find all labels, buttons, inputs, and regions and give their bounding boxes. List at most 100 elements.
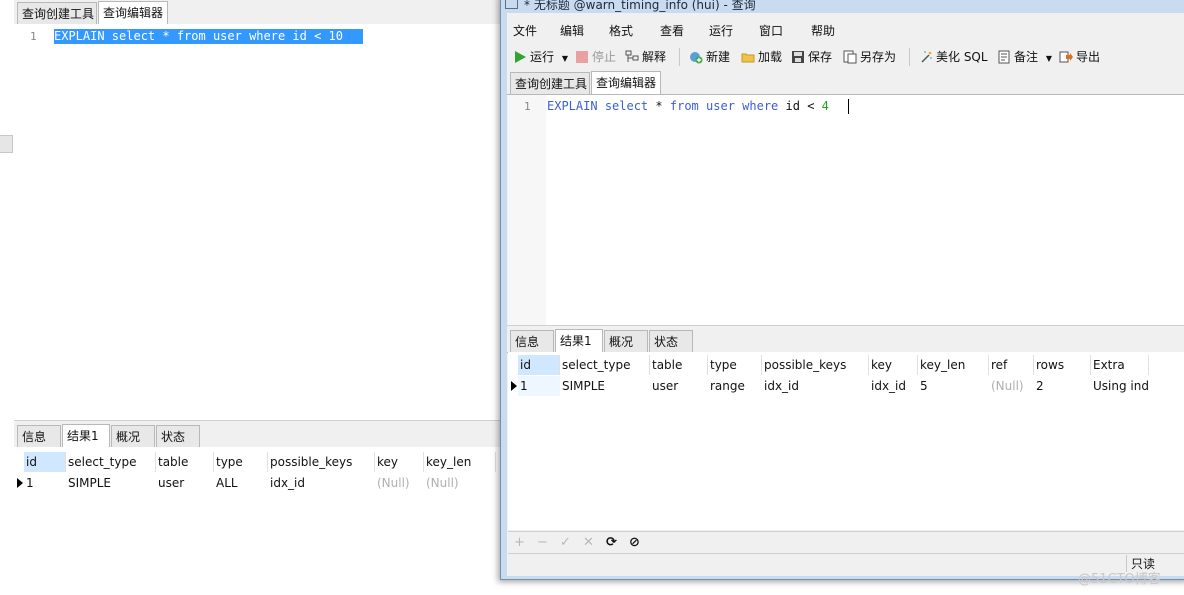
left-cell-key[interactable]: (Null) [375,473,424,493]
left-cell-select-type[interactable]: SIMPLE [66,473,156,493]
menu-view[interactable]: 查看 [660,22,684,39]
right-col-header-id[interactable]: id [518,355,560,375]
beautify-sql-button[interactable]: 美化 SQL [919,48,988,66]
right-cell-type[interactable]: range [708,376,762,396]
left-col-header-table[interactable]: table [156,452,214,472]
left-sql-editor[interactable] [14,24,500,420]
left-result-tabbar: 信息 结果1 概况 状态 [14,420,500,448]
menu-edit[interactable]: 编辑 [560,22,584,39]
sql-keyword: where [742,99,779,113]
right-col-header-type[interactable]: type [708,355,762,375]
right-col-header-possible-keys[interactable]: possible_keys [762,355,869,375]
notes-button[interactable]: 备注 ▼ [997,48,1052,66]
right-cell-possible-keys[interactable]: idx_id [762,376,869,396]
left-editor-tabbar: 查询创建工具 查询编辑器 [14,0,500,25]
left-result-grid[interactable]: id select_type table type possible_keys … [14,447,500,595]
right-tab-info[interactable]: 信息 [510,330,554,352]
right-tab-query-builder[interactable]: 查询创建工具 [510,72,590,94]
export-button[interactable]: 导出 [1059,48,1100,66]
menu-help[interactable]: 帮助 [811,22,835,39]
left-tab-result1[interactable]: 结果1 [62,424,110,447]
toolbar-separator [909,48,910,66]
sql-keyword: select [604,99,649,113]
stop-button[interactable]: 停止 [575,48,616,66]
save-as-button[interactable]: 另存为 [843,48,896,66]
left-tab-overview[interactable]: 概况 [111,425,155,447]
sql-operator: < [807,99,815,113]
right-col-header-ref[interactable]: ref [989,355,1034,375]
sql-identifier: id [785,99,800,113]
right-col-header-key[interactable]: key [869,355,918,375]
sql-keyword: from [669,99,699,113]
menu-format[interactable]: 格式 [609,22,633,39]
left-cell-table[interactable]: user [156,473,214,493]
new-button[interactable]: 新建 [689,48,730,66]
menu-file[interactable]: 文件 [513,22,537,39]
right-tab-query-editor[interactable]: 查询编辑器 [591,71,661,94]
left-col-header-select-type[interactable]: select_type [66,452,156,472]
right-col-header-extra[interactable]: Extra [1091,355,1149,375]
right-cell-extra[interactable]: Using inde [1091,376,1149,396]
right-editor-gutter [508,95,546,325]
left-cell-type[interactable]: ALL [214,473,268,493]
apply-changes-button[interactable]: ✓ [560,535,571,550]
right-result-grid[interactable]: id select_type table type possible_keys … [508,352,1184,530]
menu-window[interactable]: 窗口 [759,22,783,39]
magic-wand-icon [921,51,932,63]
right-cell-table[interactable]: user [650,376,708,396]
chevron-down-icon[interactable]: ▼ [562,54,568,63]
right-tab-overview[interactable]: 概况 [604,330,648,352]
right-cell-ref[interactable]: (Null) [989,376,1034,396]
right-col-header-key-len[interactable]: key_len [918,355,989,375]
refresh-button[interactable]: ⟳ [606,535,617,550]
sql-number: 4 [821,99,829,113]
right-sql-editor[interactable] [508,95,1184,325]
text-caret [848,99,849,114]
left-col-header-key[interactable]: key [375,452,424,472]
left-tab-info[interactable]: 信息 [17,425,61,447]
right-cell-id[interactable]: 1 [518,376,560,396]
right-col-header-rows[interactable]: rows [1034,355,1091,375]
left-cell-key-len[interactable]: (Null) [424,473,496,493]
discard-changes-button[interactable]: ✕ [583,535,594,550]
left-line-number: 1 [30,30,37,43]
delete-record-button[interactable]: − [537,535,548,550]
sql-keyword: EXPLAIN [547,99,598,113]
menu-bar: 文件 编辑 格式 查看 运行 窗口 帮助 [507,18,1184,42]
right-result-tabbar: 信息 结果1 概况 状态 [507,325,1184,353]
left-col-header-type[interactable]: type [214,452,268,472]
left-cell-id[interactable]: 1 [24,473,66,493]
stop-refresh-button[interactable]: ⊘ [629,535,640,550]
left-col-header-possible-keys[interactable]: possible_keys [268,452,375,472]
right-cell-key[interactable]: idx_id [869,376,918,396]
save-button[interactable]: 保存 [791,48,832,66]
right-col-header-table[interactable]: table [650,355,708,375]
left-panel-edge-handle[interactable] [0,135,13,153]
right-tab-status[interactable]: 状态 [649,330,693,352]
right-col-header-select-type[interactable]: select_type [560,355,650,375]
sql-identifier: user [706,99,735,113]
right-cell-rows[interactable]: 2 [1034,376,1091,396]
save-icon [792,51,804,63]
load-button[interactable]: 加载 [741,48,782,66]
left-col-header-id[interactable]: id [24,452,66,472]
run-button[interactable]: 运行 ▼ [513,48,568,66]
left-col-header-key-len[interactable]: key_len [424,452,496,472]
right-tab-result1[interactable]: 结果1 [555,329,603,352]
left-sql-text[interactable]: EXPLAIN select * from user where id < 10 [54,29,343,44]
left-cell-possible-keys[interactable]: idx_id [268,473,375,493]
explain-button[interactable]: 解释 [625,48,666,66]
left-tab-status[interactable]: 状态 [156,425,200,447]
left-tab-query-editor[interactable]: 查询编辑器 [98,1,168,24]
new-query-icon [690,52,703,64]
menu-run[interactable]: 运行 [709,22,733,39]
left-tab-query-builder[interactable]: 查询创建工具 [17,2,97,24]
chevron-down-icon[interactable]: ▼ [1046,54,1052,63]
toolbar-separator [679,48,680,66]
add-record-button[interactable]: + [514,535,525,550]
toolbar: 运行 ▼ 停止 解释 新建 加载 保存 另存为 美化 SQL 备注 ▼ 导出 [507,44,1184,70]
right-sql-text[interactable]: EXPLAIN select * from user where id < 4 [547,99,829,114]
right-cell-key-len[interactable]: 5 [918,376,989,396]
right-cell-select-type[interactable]: SIMPLE [560,376,650,396]
notes-icon [998,50,1010,64]
